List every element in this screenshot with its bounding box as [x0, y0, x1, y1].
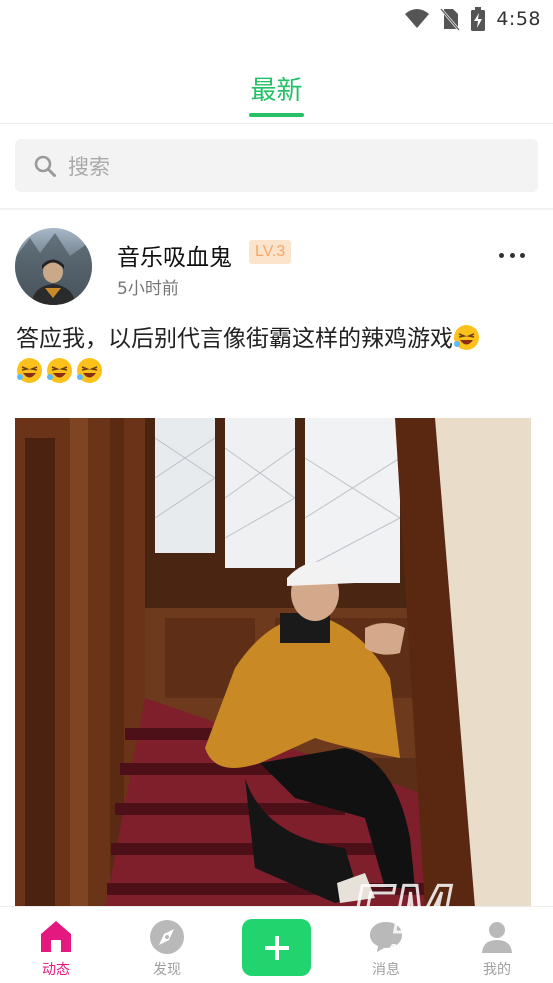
bottom-nav: 动态 发现 消息 我的 [0, 906, 553, 983]
post-username[interactable]: 音乐吸血鬼 [117, 238, 232, 272]
message-icon [370, 922, 402, 952]
laughing-emoji-icon [47, 358, 72, 383]
post-photo[interactable] [15, 418, 531, 908]
laughing-emoji-icon [77, 358, 102, 383]
search-placeholder: 搜索 [68, 154, 110, 179]
nav-mine-label: 我的 [483, 962, 511, 978]
nav-discover-label: 发现 [153, 962, 181, 978]
nav-home[interactable]: 动态 [16, 919, 96, 979]
search-input[interactable]: 搜索 [15, 139, 538, 192]
status-time: 4:58 [496, 8, 541, 30]
tab-active-indicator [249, 113, 304, 117]
tab-latest[interactable]: 最新 [0, 70, 553, 107]
laughing-emoji-icon [17, 358, 42, 383]
section-divider [0, 208, 553, 210]
nav-messages[interactable]: 消息 [346, 919, 426, 979]
post-text-block: 答应我，以后别代言像街霸这样的辣鸡游戏 [16, 323, 536, 389]
nav-messages-label: 消息 [372, 962, 400, 978]
tab-header: 最新 [0, 40, 553, 124]
plus-icon [264, 935, 289, 960]
home-icon [41, 921, 71, 952]
battery-charging-icon [471, 7, 486, 31]
level-badge: LV.3 [249, 240, 292, 264]
search-icon [34, 155, 56, 177]
post-time: 5小时前 [117, 279, 179, 299]
nav-home-label: 动态 [42, 962, 70, 978]
compass-icon [150, 920, 184, 954]
more-options-icon[interactable] [499, 245, 525, 265]
nav-discover[interactable]: 发现 [127, 919, 207, 979]
no-sim-icon [440, 8, 461, 31]
create-post-button[interactable] [242, 919, 311, 976]
nav-mine[interactable]: 我的 [457, 919, 537, 979]
status-bar: 4:58 [0, 0, 553, 40]
laughing-emoji-icon [454, 325, 479, 350]
avatar[interactable] [15, 228, 92, 305]
user-icon [482, 922, 512, 953]
wifi-icon [405, 9, 430, 28]
post-text: 答应我，以后别代言像街霸这样的辣鸡游戏 [16, 326, 453, 352]
